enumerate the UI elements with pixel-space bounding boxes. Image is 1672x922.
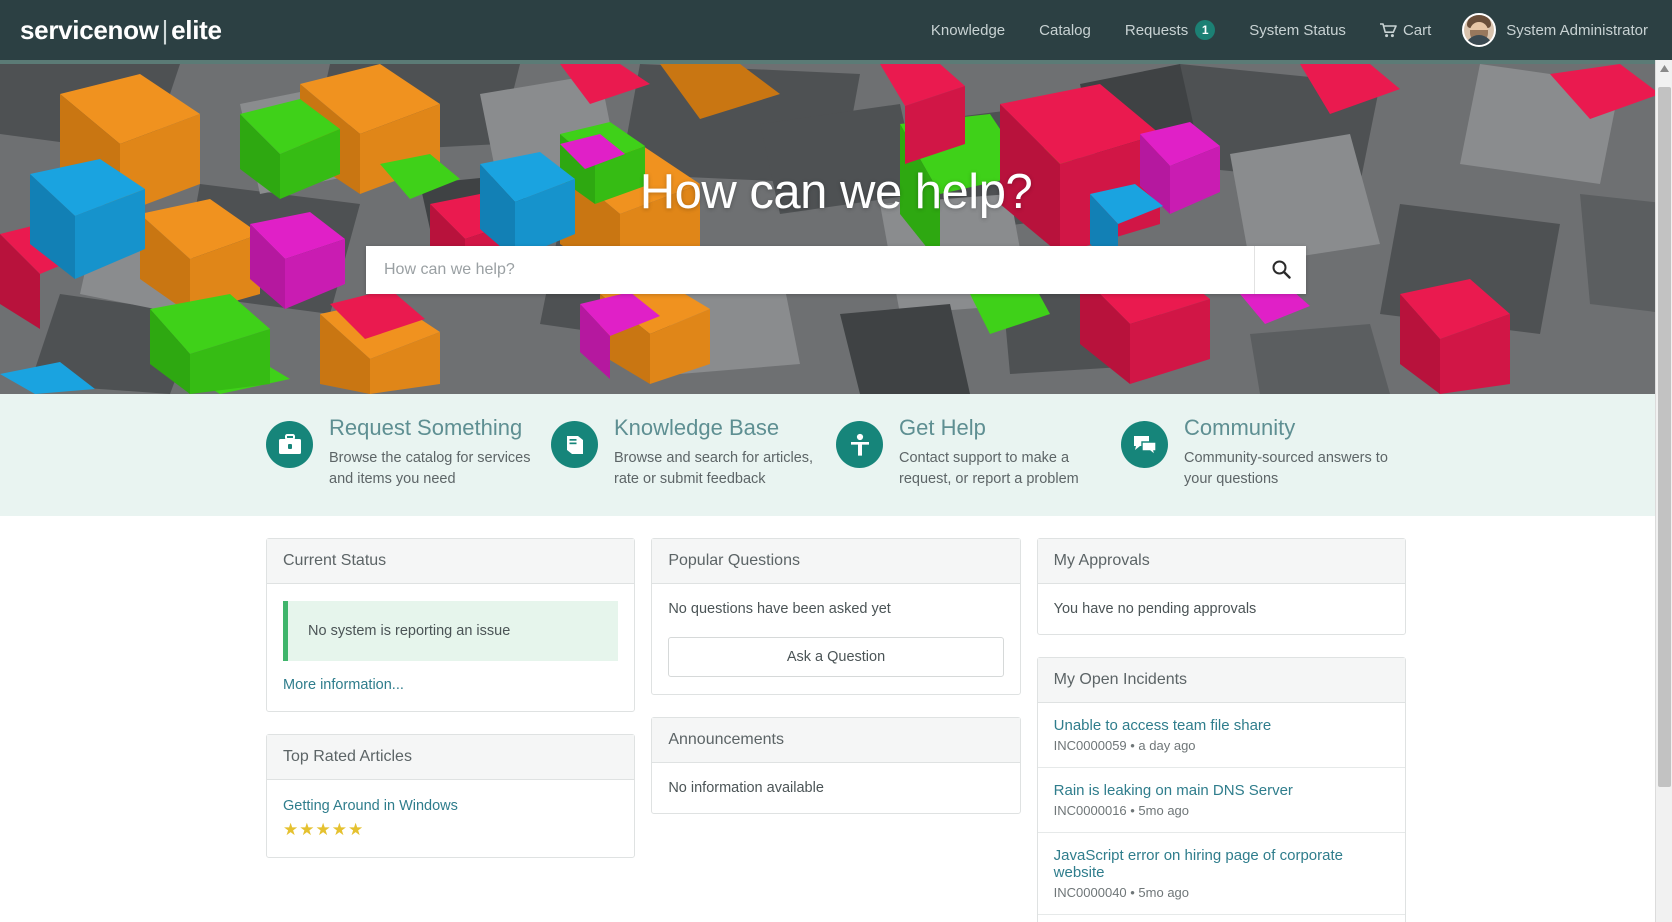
article-link[interactable]: Getting Around in Windows bbox=[283, 798, 458, 814]
empty-state-text: No information available bbox=[668, 780, 824, 797]
list-item[interactable]: Unable to access team file share INC0000… bbox=[1037, 703, 1405, 769]
incident-list: Unable to access team file share INC0000… bbox=[1037, 703, 1405, 922]
panel-body: No system is reporting an issue More inf… bbox=[267, 584, 634, 711]
nav-links: Knowledge Catalog Requests 1 System Stat… bbox=[914, 0, 1654, 60]
quick-link-description: Contact support to make a request, or re… bbox=[899, 450, 1079, 488]
panel-body: No information available bbox=[652, 763, 1019, 813]
brand-separator: | bbox=[161, 14, 169, 45]
brand-name: servicenow bbox=[20, 14, 159, 45]
quick-link-title: Knowledge Base bbox=[614, 415, 780, 440]
nav-label: Catalog bbox=[1039, 21, 1091, 39]
book-icon bbox=[551, 421, 598, 468]
quick-links-row: Request Something Browse the catalog for… bbox=[266, 415, 1406, 490]
top-navigation-bar: servicenow | elite Knowledge Catalog Reque… bbox=[0, 0, 1672, 60]
nav-label: Cart bbox=[1402, 21, 1432, 39]
panel-heading: My Approvals bbox=[1037, 539, 1405, 585]
scroll-up-arrow-icon[interactable] bbox=[1656, 60, 1672, 77]
page-viewport: servicenow | elite Knowledge Catalog Reque… bbox=[0, 0, 1672, 922]
list-item[interactable]: JavaScript error on hiring page of corpo… bbox=[1037, 833, 1405, 916]
user-name-label: System Administrator bbox=[1506, 21, 1648, 39]
panel-heading: My Open Incidents bbox=[1037, 658, 1405, 704]
nav-item-cart[interactable]: Cart bbox=[1363, 0, 1448, 60]
search-button[interactable] bbox=[1254, 246, 1306, 294]
quick-link-title: Request Something bbox=[329, 415, 523, 440]
life-ring-person-icon bbox=[836, 421, 883, 468]
scrollbar-track[interactable] bbox=[1656, 77, 1672, 905]
main-content: Current Status No system is reporting an… bbox=[266, 516, 1406, 922]
status-alert: No system is reporting an issue bbox=[283, 601, 619, 662]
brand-sub: elite bbox=[171, 14, 222, 45]
nav-label: Knowledge bbox=[930, 21, 1006, 39]
incident-meta: INC0000016 • 5mo ago bbox=[1053, 803, 1190, 819]
panel-heading: Current Status bbox=[267, 539, 635, 585]
panel-heading: Top Rated Articles bbox=[267, 735, 635, 781]
quick-link-request-something[interactable]: Request Something Browse the catalog for… bbox=[266, 415, 551, 490]
quick-link-community[interactable]: Community Community-sourced answers to y… bbox=[1121, 415, 1406, 490]
nav-item-system-status[interactable]: System Status bbox=[1232, 0, 1363, 60]
panel-body: Getting Around in Windows ★★★★★ bbox=[267, 780, 634, 857]
popular-questions-panel: Popular Questions No questions have been… bbox=[651, 538, 1021, 696]
quick-link-knowledge-base[interactable]: Knowledge Base Browse and search for art… bbox=[551, 415, 836, 490]
left-column: Current Status No system is reporting an… bbox=[266, 538, 636, 922]
hero-banner: How can we help? bbox=[0, 64, 1672, 394]
briefcase-icon bbox=[266, 421, 313, 468]
right-column: My Approvals You have no pending approva… bbox=[1036, 538, 1406, 922]
user-menu[interactable]: System Administrator bbox=[1448, 13, 1654, 47]
requests-count-badge: 1 bbox=[1195, 20, 1216, 40]
quick-link-description: Browse and search for articles, rate or … bbox=[614, 450, 814, 488]
page-scrollbar[interactable] bbox=[1655, 60, 1672, 922]
announcements-panel: Announcements No information available bbox=[651, 717, 1021, 815]
chat-bubbles-icon bbox=[1121, 421, 1168, 468]
list-item[interactable]: Rain is leaking on main DNS Server INC00… bbox=[1037, 768, 1405, 834]
ask-a-question-button[interactable]: Ask a Question bbox=[668, 637, 1004, 678]
quick-link-title: Community bbox=[1184, 415, 1296, 440]
hero-content: How can we help? bbox=[0, 64, 1672, 394]
quick-link-description: Browse the catalog for services and item… bbox=[329, 450, 531, 488]
middle-column: Popular Questions No questions have been… bbox=[651, 538, 1021, 922]
shopping-cart-icon bbox=[1379, 22, 1397, 38]
panel-body: You have no pending approvals bbox=[1038, 584, 1405, 634]
list-item[interactable]: Can't launch 64-bit Windows 7 virtual ma… bbox=[1038, 915, 1405, 922]
empty-state-text: No questions have been asked yet bbox=[668, 601, 891, 618]
panel-heading: Announcements bbox=[652, 718, 1020, 764]
nav-label: Requests bbox=[1124, 21, 1189, 39]
more-information-link[interactable]: More information... bbox=[283, 677, 404, 693]
brand-logo[interactable]: servicenow | elite bbox=[20, 15, 222, 46]
empty-state-text: You have no pending approvals bbox=[1053, 601, 1257, 618]
incident-meta: INC0000059 • a day ago bbox=[1053, 738, 1196, 754]
incident-title[interactable]: JavaScript error on hiring page of corpo… bbox=[1054, 847, 1389, 881]
search-icon bbox=[1271, 259, 1291, 282]
incident-title[interactable]: Unable to access team file share bbox=[1054, 717, 1389, 734]
quick-links-strip: Request Something Browse the catalog for… bbox=[0, 394, 1672, 517]
nav-item-requests[interactable]: Requests 1 bbox=[1108, 0, 1232, 60]
quick-link-description: Community-sourced answers to your questi… bbox=[1184, 450, 1388, 488]
article-rating-stars: ★★★★★ bbox=[283, 820, 365, 840]
my-open-incidents-panel: My Open Incidents Unable to access team … bbox=[1036, 657, 1406, 922]
quick-link-title: Get Help bbox=[899, 415, 986, 440]
incident-title[interactable]: Rain is leaking on main DNS Server bbox=[1054, 782, 1389, 799]
scrollbar-thumb[interactable] bbox=[1658, 87, 1671, 787]
panel-body: No questions have been asked yet Ask a Q… bbox=[652, 584, 1019, 694]
top-rated-articles-panel: Top Rated Articles Getting Around in Win… bbox=[266, 734, 636, 859]
nav-item-knowledge[interactable]: Knowledge bbox=[914, 0, 1022, 60]
avatar bbox=[1462, 13, 1497, 47]
page-title: How can we help? bbox=[639, 165, 1033, 219]
incident-meta: INC0000040 • 5mo ago bbox=[1053, 885, 1190, 901]
panel-heading: Popular Questions bbox=[652, 539, 1020, 585]
my-approvals-panel: My Approvals You have no pending approva… bbox=[1036, 538, 1406, 636]
nav-item-catalog[interactable]: Catalog bbox=[1022, 0, 1108, 60]
hero-search bbox=[366, 246, 1306, 294]
quick-link-get-help[interactable]: Get Help Contact support to make a reque… bbox=[836, 415, 1121, 490]
nav-label: System Status bbox=[1249, 21, 1346, 39]
current-status-panel: Current Status No system is reporting an… bbox=[266, 538, 636, 713]
search-input[interactable] bbox=[366, 246, 1254, 294]
